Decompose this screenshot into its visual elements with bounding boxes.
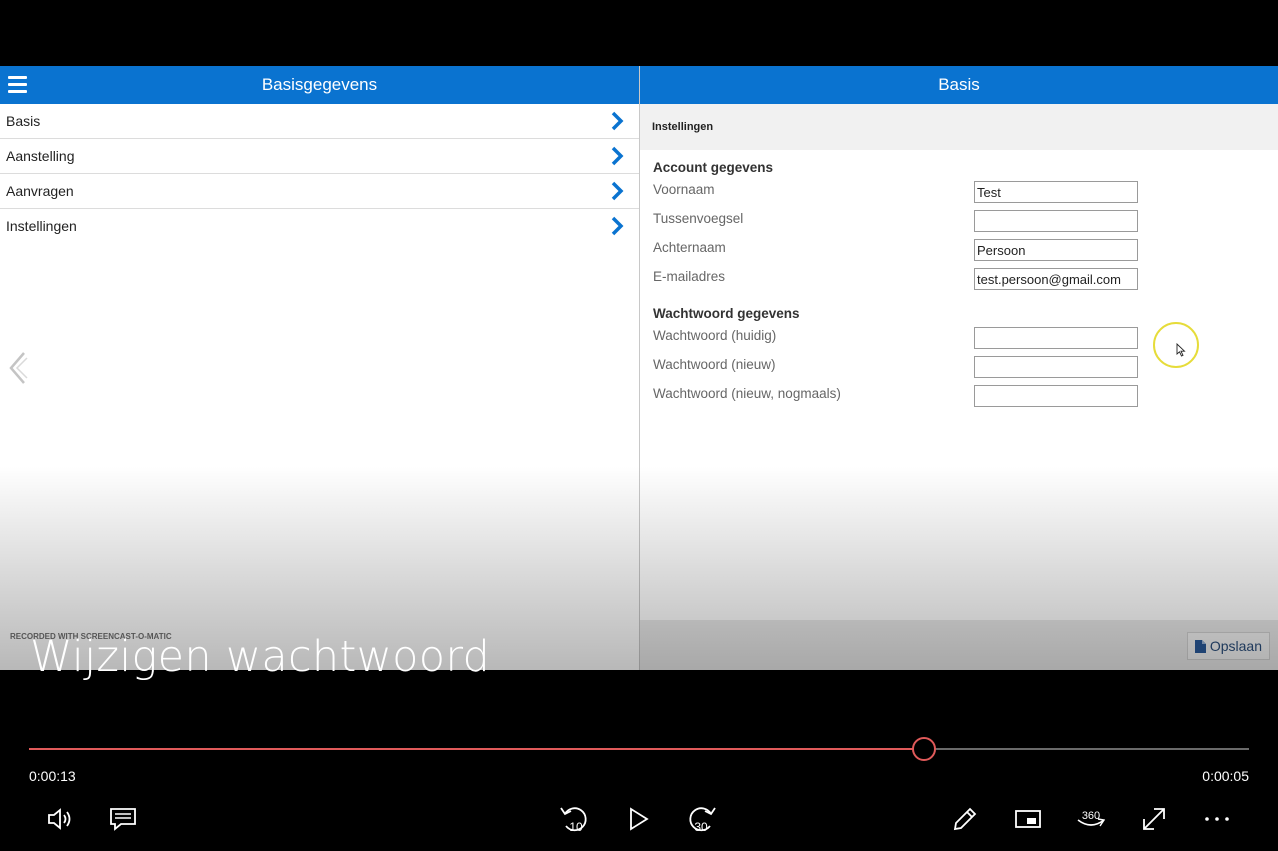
save-button[interactable]: Opslaan [1186,632,1270,660]
right-header: Basis [640,66,1278,104]
chevron-right-icon [611,216,624,236]
left-header-title: Basisgegevens [261,75,378,94]
chevron-right-icon [611,181,624,201]
right-header-title: Basis [938,75,980,94]
current-password-label: Wachtwoord (huidig) [653,328,777,343]
play-icon [630,807,649,831]
remaining-time: 0:00:05 [1202,768,1249,784]
edit-button[interactable] [947,801,983,837]
skip-back-icon: 10 [560,807,587,834]
file-icon [1194,639,1206,653]
volume-icon [48,808,71,830]
section-header: Instellingen [640,104,1278,150]
back-arrow-icon[interactable] [6,350,28,386]
repeat-password-field[interactable] [974,385,1138,407]
seek-thumb[interactable] [912,737,937,761]
vr-360-label: 360 [1082,810,1100,822]
skip-back-button[interactable]: 10 [557,801,593,837]
fullscreen-icon [1143,808,1165,830]
volume-button[interactable] [42,801,78,837]
new-password-label: Wachtwoord (nieuw) [653,357,776,372]
more-button[interactable] [1199,801,1235,837]
email-field[interactable] [974,268,1138,290]
form-footer: Opslaan [640,620,1278,670]
vr-360-icon: 360 [1077,810,1106,827]
voornaam-label: Voornaam [653,182,715,197]
nav-item-label: Aanvragen [6,183,74,199]
skip-forward-button[interactable]: 30 [683,801,719,837]
skip-forward-label: 30 [694,820,708,834]
menu-icon[interactable] [8,76,27,93]
vr-360-button[interactable]: 360 [1073,801,1109,837]
edit-icon [953,807,977,831]
video-frame[interactable]: Basisgegevens Basis Aanstelling Aanvrage… [0,66,1278,670]
account-group-title: Account gegevens [653,160,774,175]
email-label: E-mailadres [653,269,726,284]
right-panel: Basis Instellingen Account gegevens Voor… [640,66,1278,670]
mouse-cursor-icon [1176,343,1186,357]
nav-item-label: Aanstelling [6,148,75,164]
nav-item-instellingen[interactable]: Instellingen [0,209,639,243]
skip-forward-icon: 30 [689,807,716,834]
fullscreen-button[interactable] [1136,801,1172,837]
more-icon [1205,817,1229,821]
achternaam-label: Achternaam [653,240,726,255]
achternaam-field[interactable] [974,239,1138,261]
voornaam-field[interactable] [974,181,1138,203]
captions-button[interactable] [105,801,141,837]
skip-back-label: 10 [569,820,583,834]
chevron-right-icon [611,146,624,166]
play-button[interactable] [620,801,656,837]
nav-item-aanstelling[interactable]: Aanstelling [0,139,639,174]
nav-item-label: Instellingen [6,218,77,234]
nav-item-basis[interactable]: Basis [0,104,639,139]
save-label: Opslaan [1209,638,1262,654]
password-group-title: Wachtwoord gegevens [653,306,800,321]
miniplayer-button[interactable] [1010,801,1046,837]
current-password-field[interactable] [974,327,1138,349]
repeat-password-label: Wachtwoord (nieuw, nogmaals) [653,386,841,401]
captions-icon [110,808,136,831]
elapsed-time: 0:00:13 [29,768,76,784]
new-password-field[interactable] [974,356,1138,378]
nav-item-aanvragen[interactable]: Aanvragen [0,174,639,209]
tussenvoegsel-field[interactable] [974,210,1138,232]
nav-item-label: Basis [6,113,41,129]
left-header: Basisgegevens [0,66,639,104]
miniplayer-icon [1015,810,1041,828]
video-title: Wijzigen wachtwoord [30,632,491,682]
chevron-right-icon [611,111,624,131]
tussenvoegsel-label: Tussenvoegsel [653,211,744,226]
seek-progress [29,748,925,750]
left-panel: Basisgegevens Basis Aanstelling Aanvrage… [0,66,639,670]
